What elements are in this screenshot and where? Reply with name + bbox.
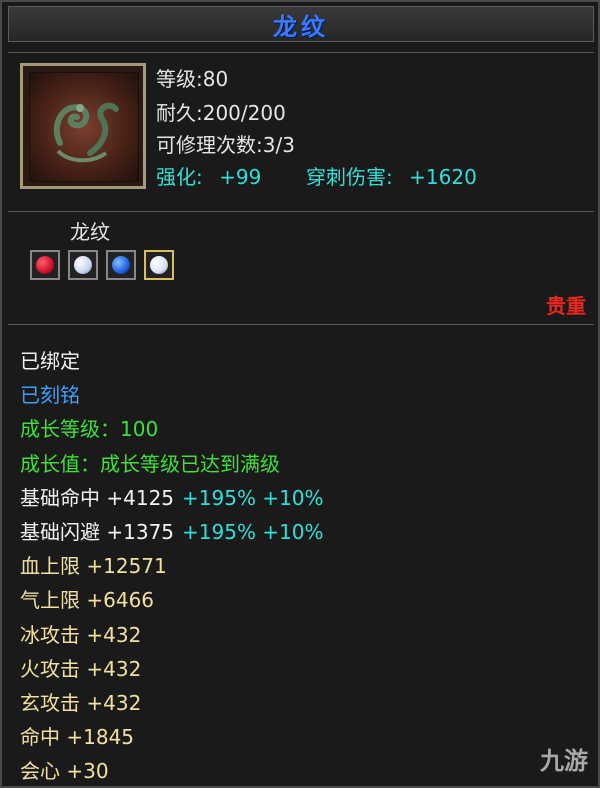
item-header: 等级:80 耐久:200/200 可修理次数:3/3 强化: +99 穿刺伤害:…: [8, 52, 594, 212]
gem-socket-3[interactable]: [106, 250, 136, 280]
gem-socket-2[interactable]: [68, 250, 98, 280]
attribute-row: 火攻击 +432: [20, 652, 324, 686]
gem-set-name: 龙纹: [70, 220, 110, 244]
dragon-ornament-icon: [29, 72, 139, 182]
red-gem-icon: [36, 256, 54, 274]
attribute-bonus-text: +195% +10%: [182, 485, 324, 510]
repair-count-text: 可修理次数:3/3: [156, 133, 295, 157]
attribute-bonus-text: +195% +10%: [182, 519, 324, 544]
attribute-row: 命中 +1845: [20, 720, 324, 754]
attribute-text: 成长值：成长等级已达到满级: [20, 451, 280, 476]
watermark-logo: 九游: [540, 747, 588, 775]
attribute-row: 成长值：成长等级已达到满级: [20, 447, 324, 481]
item-icon-frame[interactable]: [20, 63, 146, 189]
enhance-pierce-line: 强化: +99 穿刺伤害: +1620: [156, 161, 477, 190]
attribute-text: 火攻击 +432: [20, 656, 142, 681]
attribute-row: 基础闪避 +1375 +195% +10%: [20, 515, 324, 549]
attribute-text: 冰攻击 +432: [20, 622, 142, 647]
gem-socket-area: 龙纹 贵重: [8, 210, 594, 326]
enhance-label: 强化:: [156, 165, 203, 189]
attribute-row: 已绑定: [20, 344, 324, 378]
gem-socket-4[interactable]: [144, 250, 174, 280]
attribute-text: 基础命中 +4125: [20, 485, 175, 510]
attribute-row: 玄攻击 +432: [20, 686, 324, 720]
attribute-list: 已绑定已刻铭成长等级：100 成长值：成长等级已达到满级 基础命中 +4125 +19…: [20, 344, 324, 788]
attribute-text: 玄攻击 +432: [20, 690, 142, 715]
durability-text: 耐久:200/200: [156, 101, 286, 125]
tooltip-title-bar: 龙纹: [8, 6, 594, 42]
pierce-label: 穿刺伤害:: [306, 165, 393, 189]
enhance-value: +99: [219, 165, 262, 189]
attribute-row: 冰攻击 +432: [20, 618, 324, 652]
level-text: 等级:80: [156, 67, 229, 91]
attribute-row: 气上限 +6466: [20, 583, 324, 617]
attribute-row: 成长等级：100: [20, 412, 324, 446]
attribute-text: 命中 +1845: [20, 725, 135, 750]
item-title: 龙纹: [273, 12, 329, 41]
attribute-text: 已绑定: [20, 349, 80, 373]
attribute-text: 会心 +30: [20, 759, 109, 784]
attribute-text: 基础闪避 +1375: [20, 519, 175, 544]
white-gem-icon: [150, 256, 168, 274]
attribute-row: 血上限 +12571: [20, 549, 324, 583]
gem-socket-1[interactable]: [30, 250, 60, 280]
attribute-row: 基础命中 +4125 +195% +10%: [20, 481, 324, 515]
blue-gem-icon: [112, 256, 130, 274]
attribute-row: 会心 +30: [20, 754, 324, 788]
attribute-text: 已刻铭: [20, 383, 80, 408]
rarity-label: 贵重: [546, 294, 586, 318]
attribute-text: 成长等级：100: [20, 417, 159, 442]
attribute-text: 气上限 +6466: [20, 588, 155, 613]
pierce-value: +1620: [409, 165, 477, 189]
white-gem-icon: [74, 256, 92, 274]
attribute-row: 已刻铭: [20, 378, 324, 412]
section-divider: [8, 324, 594, 325]
attribute-text: 血上限 +12571: [20, 554, 167, 579]
item-tooltip-panel: 龙纹 等级:80 耐久:200/200 可修理次数:3/3 强化: +99 穿刺…: [0, 0, 600, 788]
